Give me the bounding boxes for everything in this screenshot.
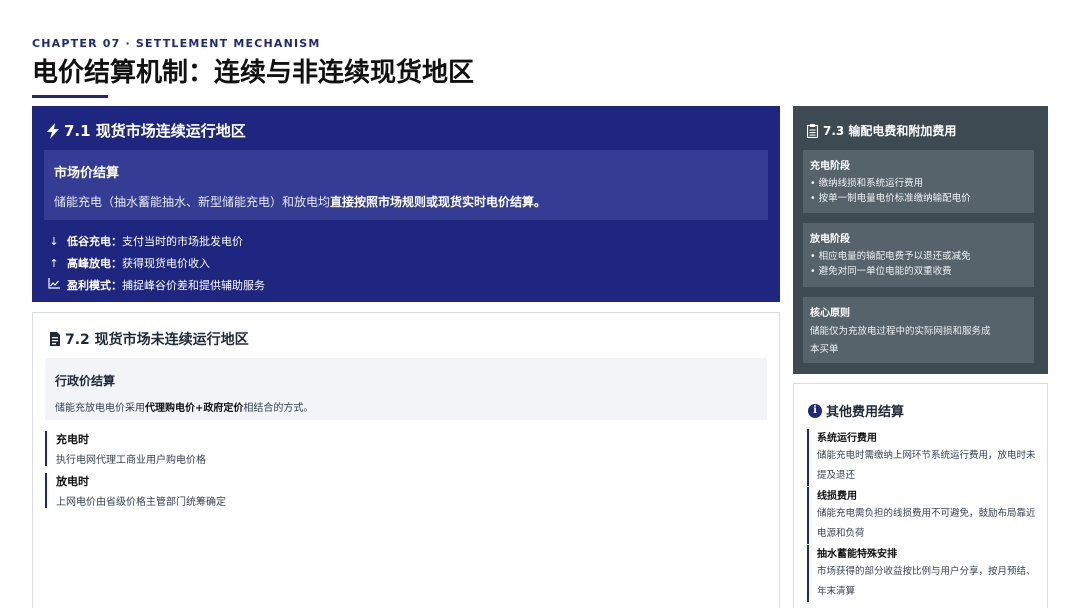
phase-title: 充电时	[56, 433, 89, 446]
phase-title: 放电时	[56, 475, 89, 488]
section-72-card: 7.2 现货市场未连续运行地区 行政价结算 储能充放电电价采用代理购电价+政府定…	[32, 312, 780, 608]
lightning-icon	[47, 122, 59, 139]
section-73-card: 7.3 输配电费和附加费用 充电阶段 • 缴纳线损和系统运行费用 • 按单一制电…	[793, 106, 1048, 374]
fee-system-operation: 系统运行费用 储能充电时需缴纳上网环节系统运行费用，放电时未提及退还	[807, 429, 1037, 486]
box-title: 核心原则	[810, 308, 850, 319]
charge-stage-box: 充电阶段 • 缴纳线损和系统运行费用 • 按单一制电量电价标准缴纳输配电价	[803, 150, 1034, 213]
item-label: 盈利模式：	[67, 279, 122, 292]
section-72-header: 7.2 现货市场未连续运行地区	[49, 329, 249, 349]
section-71-title: 7.1 现货市场连续运行地区	[64, 122, 246, 140]
item-text: 获得现货电价收入	[122, 257, 210, 270]
fee-title: 系统运行费用	[817, 433, 877, 444]
box-line: • 相应电量的输配电费予以退还或减免	[810, 251, 971, 262]
item-peak-discharge: ↑ 高峰放电： 获得现货电价收入	[46, 255, 210, 271]
section-71-header: 7.1 现货市场连续运行地区	[46, 120, 246, 141]
phase-text: 上网电价由省级价格主管部门统筹确定	[56, 497, 226, 508]
section-72-title: 7.2 现货市场未连续运行地区	[65, 332, 249, 348]
box-line: • 按单一制电量电价标准缴纳输配电价	[810, 193, 971, 204]
other-fees-card: i 其他费用结算 系统运行费用 储能充电时需缴纳上网环节系统运行费用，放电时未提…	[793, 383, 1048, 608]
market-price-emphasis: 直接按照市场规则或现货实时电价结算。	[330, 195, 547, 209]
title-underline	[32, 95, 108, 98]
core-principle-box: 核心原则 储能仅为充放电过程中的实际网损和服务成 本买单	[803, 297, 1034, 363]
item-profit-model: 盈利模式： 捕捉峰谷价差和提供辅助服务	[46, 277, 265, 293]
phase-discharging: 放电时 上网电价由省级价格主管部门统筹确定	[45, 473, 226, 508]
section-71-card: 7.1 现货市场连续运行地区 市场价结算 储能充电（抽水蓄能抽水、新型储能充电）…	[32, 106, 780, 302]
discharge-stage-box: 放电阶段 • 相应电量的输配电费予以退还或减免 • 避免对同一单位电能的双重收费	[803, 223, 1034, 287]
box-line: 本买单	[810, 344, 839, 355]
market-price-box: 市场价结算 储能充电（抽水蓄能抽水、新型储能充电）和放电均直接按照市场规则或现货…	[44, 150, 768, 220]
box-title: 充电阶段	[810, 161, 850, 172]
section-73-header: 7.3 输配电费和附加费用	[807, 122, 956, 139]
box-line: • 缴纳线损和系统运行费用	[810, 178, 924, 189]
admin-price-text: 储能充放电电价采用代理购电价+政府定价相结合的方式。	[55, 403, 314, 414]
other-fees-header: i 其他费用结算	[808, 401, 904, 420]
item-label: 高峰放电：	[67, 257, 122, 270]
fee-pumped-storage: 抽水蓄能特殊安排 市场获得的部分收益按比例与用户分享，按月预结、年末清算	[807, 545, 1037, 602]
clipboard-icon	[807, 123, 818, 138]
phase-charging: 充电时 执行电网代理工商业用户购电价格	[45, 431, 206, 466]
fee-line-loss: 线损费用 储能充电需负担的线损费用不可避免，鼓励布局靠近电源和负荷	[807, 487, 1037, 544]
line-chart-icon	[46, 278, 62, 292]
arrow-down-icon: ↓	[49, 234, 59, 248]
market-price-text: 储能充电（抽水蓄能抽水、新型储能充电）和放电均直接按照市场规则或现货实时电价结算…	[54, 195, 547, 209]
admin-price-box: 行政价结算 储能充放电电价采用代理购电价+政府定价相结合的方式。	[45, 358, 767, 420]
item-label: 低谷充电：	[67, 235, 122, 248]
info-icon: i	[808, 403, 822, 418]
arrow-up-icon: ↑	[49, 256, 59, 270]
section-73-title: 7.3 输配电费和附加费用	[823, 124, 957, 138]
document-icon	[50, 332, 60, 346]
fee-text: 储能充电时需缴纳上网环节系统运行费用，放电时未提及退还	[817, 450, 1036, 481]
item-text: 支付当时的市场批发电价	[122, 235, 243, 248]
market-price-title: 市场价结算	[54, 166, 120, 181]
box-line: • 避免对同一单位电能的双重收费	[810, 266, 952, 277]
chapter-label: CHAPTER 07 · SETTLEMENT MECHANISM	[32, 37, 321, 50]
box-line: 储能仅为充放电过程中的实际网损和服务成	[810, 326, 991, 337]
fee-title: 线损费用	[817, 491, 857, 502]
phase-text: 执行电网代理工商业用户购电价格	[56, 455, 206, 466]
fee-text: 市场获得的部分收益按比例与用户分享，按月预结、年末清算	[817, 566, 1036, 597]
item-text: 捕捉峰谷价差和提供辅助服务	[122, 279, 265, 292]
other-fees-title: 其他费用结算	[826, 405, 905, 420]
fee-text: 储能充电需负担的线损费用不可避免，鼓励布局靠近电源和负荷	[817, 508, 1036, 539]
box-title: 放电阶段	[810, 234, 850, 245]
page-title: 电价结算机制：连续与非连续现货地区	[32, 58, 475, 88]
fee-title: 抽水蓄能特殊安排	[817, 549, 897, 560]
item-valley-charge: ↓ 低谷充电： 支付当时的市场批发电价	[46, 233, 243, 249]
admin-price-title: 行政价结算	[55, 374, 116, 388]
admin-price-emphasis: 代理购电价+政府定价	[145, 403, 244, 414]
